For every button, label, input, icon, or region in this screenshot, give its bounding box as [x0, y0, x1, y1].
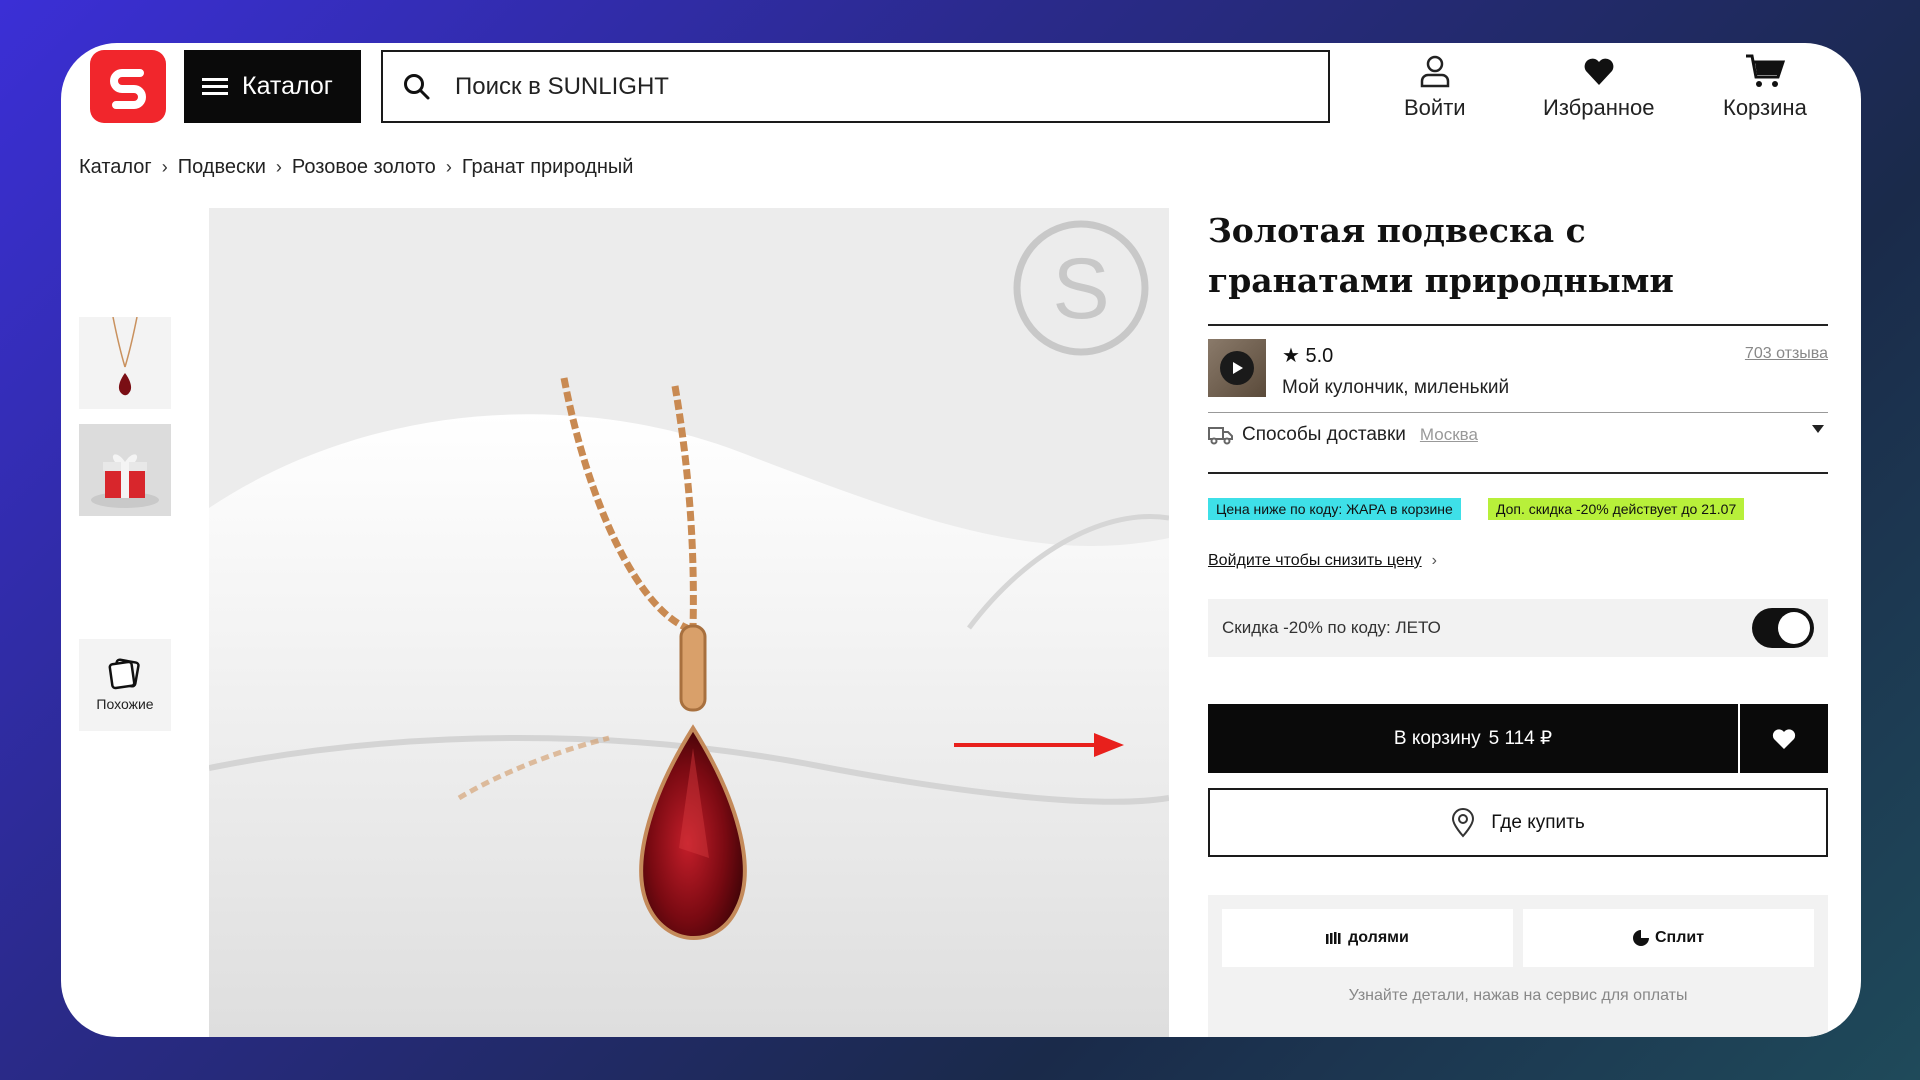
- toggle-knob: [1778, 612, 1810, 644]
- breadcrumb-item: Гранат природный: [461, 156, 634, 178]
- favorites-button[interactable]: Избранное: [1543, 53, 1655, 121]
- breadcrumb-item[interactable]: Розовое золото: [292, 156, 436, 179]
- truck-icon: [1208, 427, 1233, 445]
- login-to-lower-price-label: Войдите чтобы снизить цену: [1208, 552, 1422, 569]
- search-bar[interactable]: [381, 50, 1330, 123]
- divider: [1208, 412, 1828, 413]
- price: 5 114 ₽: [1488, 728, 1553, 749]
- where-to-buy-label: Где купить: [1491, 811, 1585, 833]
- delivery-label: Способы доставки: [1242, 424, 1406, 445]
- breadcrumb: Каталог › Подвески › Розовое золото › Гр…: [79, 156, 633, 179]
- menu-icon: [202, 77, 228, 96]
- discount-code-label: Скидка -20% по коду: ЛЕТО: [1222, 618, 1441, 637]
- gift-box-thumbnail-image: [79, 424, 171, 516]
- search-input[interactable]: [455, 72, 1275, 101]
- user-icon: [1420, 55, 1450, 88]
- chevron-down-icon: [1812, 425, 1824, 433]
- payment-option-split-label: Сплит: [1654, 929, 1705, 946]
- payment-option-split[interactable]: Сплит: [1523, 909, 1814, 967]
- chevron-right-icon: ›: [1431, 552, 1437, 569]
- chevron-right-icon: ›: [445, 157, 452, 177]
- discount-toggle[interactable]: [1752, 608, 1814, 648]
- star-icon: ★: [1282, 345, 1300, 367]
- cart-button[interactable]: Корзина: [1723, 53, 1807, 121]
- promo-badge-code: Цена ниже по коду: ЖАРА в корзине: [1208, 498, 1461, 520]
- promo-badge-discount: Доп. скидка -20% действует до 21.07: [1488, 498, 1745, 520]
- watermark-letter: S: [1052, 241, 1109, 337]
- cards-icon: [108, 658, 140, 690]
- similar-products-button[interactable]: Похожие: [79, 639, 171, 731]
- reviews-count-link[interactable]: 703 отзыва: [1745, 345, 1828, 363]
- page-card: Каталог Войти Избранное Корзина Катало: [61, 43, 1861, 1037]
- catalog-button-label: Каталог: [242, 72, 333, 100]
- search-icon: [404, 73, 430, 99]
- add-to-cart-button[interactable]: В корзину 5 114 ₽: [1208, 704, 1738, 773]
- breadcrumb-item[interactable]: Подвески: [178, 156, 266, 179]
- heart-icon: [1584, 58, 1614, 85]
- play-icon: [1220, 351, 1254, 385]
- similar-label: Похожие: [96, 696, 154, 712]
- split-logo-icon: [1632, 930, 1649, 946]
- payment-note: Узнайте детали, нажав на сервис для опла…: [1348, 987, 1688, 1004]
- delivery-methods-dropdown[interactable]: Способы доставки Москва: [1208, 417, 1828, 453]
- gallery-thumbnail-pendant[interactable]: [79, 317, 171, 409]
- cart-icon: [1745, 54, 1785, 87]
- add-to-cart-label: В корзину: [1393, 727, 1481, 749]
- login-to-lower-price-link[interactable]: Войдите чтобы снизить цену ›: [1208, 552, 1437, 570]
- dolyami-logo-icon: [1326, 932, 1341, 944]
- login-button[interactable]: Войти: [1404, 53, 1466, 121]
- divider: [1208, 324, 1828, 326]
- add-to-favorites-button[interactable]: [1740, 704, 1828, 773]
- discount-code-row: Скидка -20% по коду: ЛЕТО: [1208, 599, 1828, 657]
- product-title: Золотая подвеска с гранатами природными: [1208, 211, 1674, 300]
- cart-label: Корзина: [1723, 95, 1807, 120]
- rating: ★ 5.0: [1282, 343, 1333, 368]
- annotation-arrow: [954, 733, 1124, 757]
- heart-icon: [1772, 728, 1796, 749]
- review-video-thumbnail[interactable]: [1208, 339, 1266, 397]
- rating-value: 5.0: [1305, 345, 1334, 367]
- delivery-city-link[interactable]: Москва: [1420, 425, 1478, 445]
- chevron-right-icon: ›: [275, 157, 282, 177]
- gallery-thumbnail-gift[interactable]: [79, 424, 171, 516]
- breadcrumb-item[interactable]: Каталог: [79, 156, 152, 179]
- favorites-label: Избранное: [1543, 95, 1655, 120]
- where-to-buy-button[interactable]: Где купить: [1208, 788, 1828, 857]
- payment-option-dolyami-label: долями: [1348, 929, 1409, 946]
- location-pin-icon: [1452, 807, 1475, 837]
- sunlight-logo-icon: [110, 68, 146, 109]
- review-excerpt: Мой кулончик, миленький: [1282, 377, 1510, 398]
- pendant-photo: S: [209, 208, 1169, 1037]
- payment-services: долями Сплит Узнайте детали, нажав на се…: [1208, 895, 1828, 1037]
- catalog-button[interactable]: Каталог: [184, 50, 361, 123]
- chevron-right-icon: ›: [161, 157, 168, 177]
- payment-option-dolyami[interactable]: долями: [1222, 909, 1513, 967]
- divider: [1208, 472, 1828, 474]
- login-label: Войти: [1404, 95, 1466, 120]
- pendant-thumbnail-image: [112, 317, 138, 396]
- logo[interactable]: [90, 50, 166, 123]
- review-summary: ★ 5.0 703 отзыва Мой кулончик, миленький: [1208, 339, 1828, 401]
- main-product-image[interactable]: S: [209, 208, 1169, 1037]
